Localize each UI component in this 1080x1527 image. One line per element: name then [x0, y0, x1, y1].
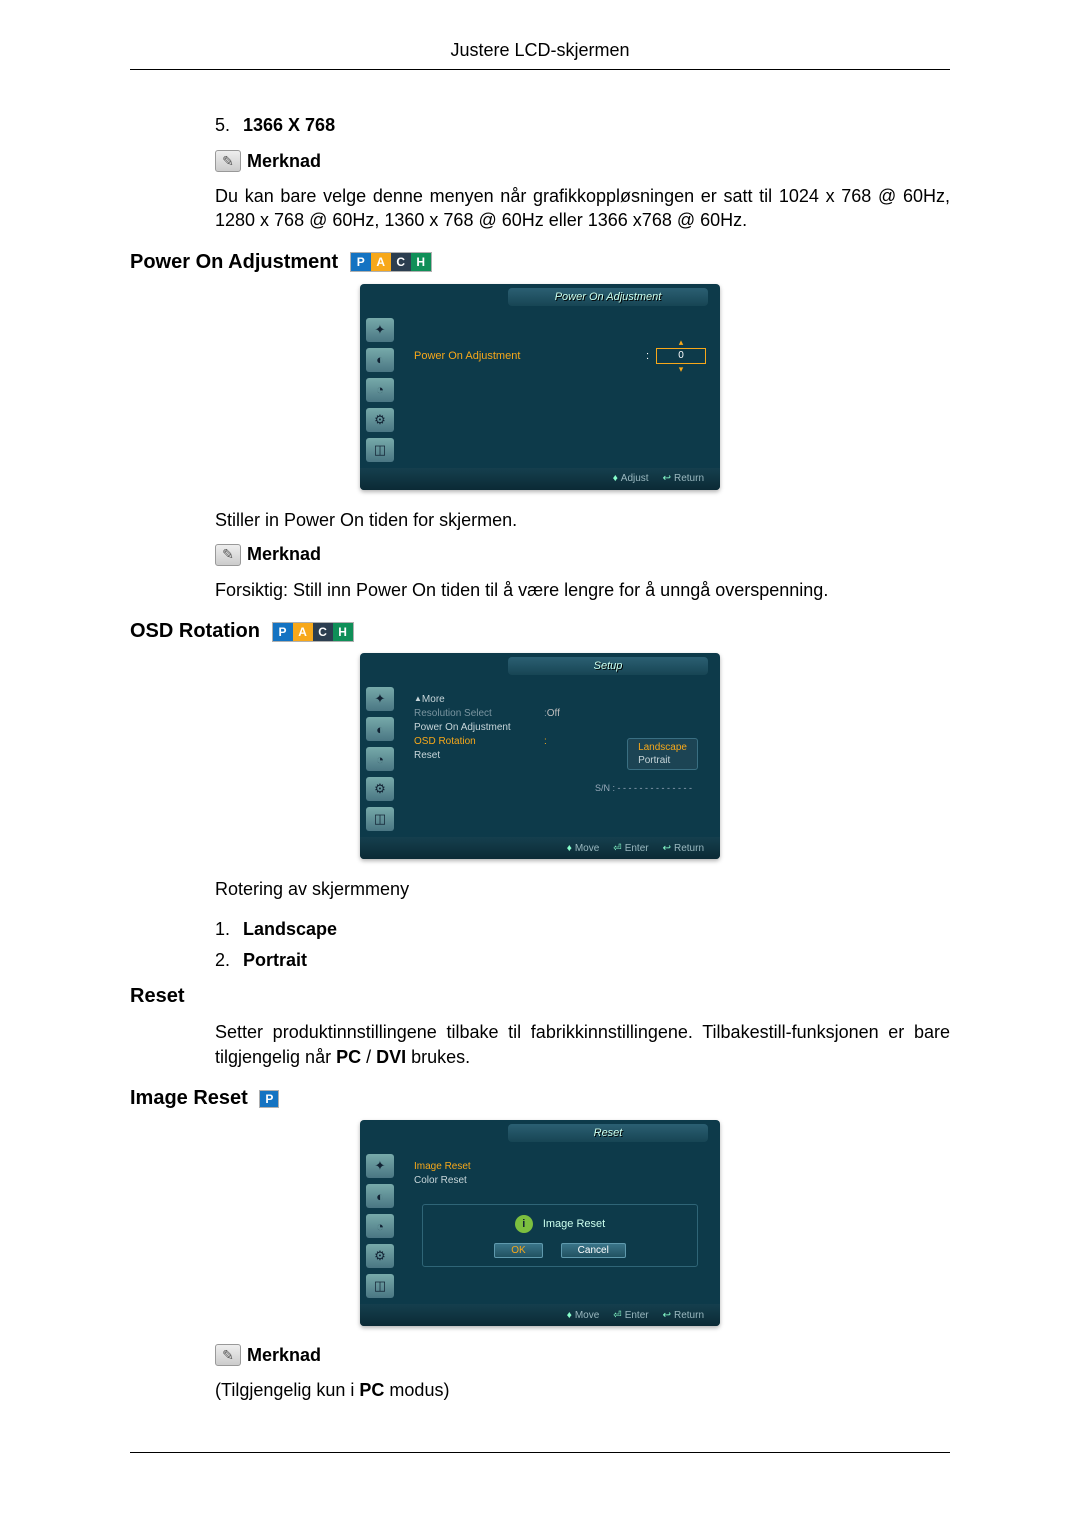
osd-sidebar: ✦ ◐ ◔ ⚙ ◫ — [360, 1150, 400, 1302]
note-label: Merknad — [247, 544, 321, 565]
osd-footer: ♦Move ⏎Enter ↩Return — [360, 837, 720, 859]
osd-menu-more[interactable]: More — [414, 694, 706, 705]
osd-tab-icon[interactable]: ✦ — [366, 318, 394, 342]
section-title-osd-rotation: OSD Rotation P A C H — [130, 620, 950, 643]
osd-tab-icon[interactable]: ◫ — [366, 807, 394, 831]
osd-title: Power On Adjustment — [508, 288, 708, 306]
osd-panel-image-reset: Reset ✦ ◐ ◔ ⚙ ◫ Image Reset Color Reset … — [360, 1120, 720, 1326]
note: ✎ Merknad — [215, 1344, 950, 1366]
osd-tab-icon[interactable]: ◫ — [366, 438, 394, 462]
osd-menu-item[interactable]: Color Reset — [414, 1175, 706, 1186]
osd-hint-enter: Enter — [625, 1310, 649, 1321]
osd-tab-icon[interactable]: ◐ — [366, 1184, 394, 1208]
pach-badges: P A C H — [272, 622, 354, 642]
note: ✎ Merknad — [215, 544, 950, 566]
section-title-text: OSD Rotation — [130, 620, 260, 642]
osd-panel-rotation: Setup ✦ ◐ ◔ ⚙ ◫ More Resolution Select :… — [360, 653, 720, 859]
osd-tab-icon[interactable]: ◔ — [366, 378, 394, 402]
footer-divider — [130, 1452, 950, 1453]
osd-hint-return: Return — [674, 473, 704, 484]
note-label: Merknad — [247, 1345, 321, 1366]
osd-tab-icon[interactable]: ◔ — [366, 1214, 394, 1238]
dialog-title: Image Reset — [543, 1218, 605, 1230]
osd-title: Setup — [508, 657, 708, 675]
osd-rotation-desc: Rotering av skjermmeny — [215, 877, 950, 901]
osd-hint-adjust: Adjust — [621, 473, 649, 484]
ok-button[interactable]: OK — [494, 1243, 542, 1258]
badge-p: P — [351, 253, 371, 271]
section-title-image-reset: Image Reset P — [130, 1087, 950, 1110]
osd-menu-item[interactable]: Image Reset — [414, 1161, 706, 1172]
osd-tab-icon[interactable]: ✦ — [366, 687, 394, 711]
osd-footer: ♦Move ⏎Enter ↩Return — [360, 1304, 720, 1326]
osd-sidebar: ✦ ◐ ◔ ⚙ ◫ — [360, 683, 400, 835]
badge-p: P — [273, 623, 293, 641]
item-label: 1366 X 768 — [243, 115, 335, 136]
osd-dialog: i Image Reset OK Cancel — [422, 1204, 698, 1267]
cancel-button[interactable]: Cancel — [561, 1243, 626, 1258]
submenu-option-landscape[interactable]: Landscape — [628, 741, 697, 754]
note-text: Forsiktig: Still inn Power On tiden til … — [215, 578, 950, 602]
osd-setting-label: Power On Adjustment — [414, 350, 646, 362]
list-item: 5. 1366 X 768 — [215, 115, 950, 136]
osd-hint-move: Move — [575, 1310, 599, 1321]
osd-menu-item[interactable]: Power On Adjustment — [414, 722, 706, 733]
badge-p: P — [259, 1090, 279, 1108]
note-label: Merknad — [247, 151, 321, 172]
power-on-desc: Stiller in Power On tiden for skjermen. — [215, 508, 950, 532]
osd-title: Reset — [508, 1124, 708, 1142]
osd-tab-icon[interactable]: ⚙ — [366, 777, 394, 801]
section-title-reset: Reset — [130, 985, 950, 1008]
badge-a: A — [371, 253, 391, 271]
note-text: Du kan bare velge denne menyen når grafi… — [215, 184, 950, 233]
osd-hint-return: Return — [674, 1310, 704, 1321]
osd-tab-icon[interactable]: ◐ — [366, 348, 394, 372]
note-text: (Tilgjengelig kun i PC modus) — [215, 1378, 950, 1402]
item-number: 5. — [215, 115, 243, 136]
info-icon: i — [515, 1215, 533, 1233]
osd-hint-return: Return — [674, 843, 704, 854]
section-title-text: Image Reset — [130, 1087, 248, 1109]
badge-h: H — [411, 253, 431, 271]
osd-footer: ♦Adjust ↩Return — [360, 468, 720, 490]
item-label: Landscape — [243, 919, 337, 940]
osd-tab-icon[interactable]: ◫ — [366, 1274, 394, 1298]
page-title: Justere LCD-skjermen — [130, 40, 950, 70]
note-icon: ✎ — [215, 544, 241, 566]
reset-desc: Setter produktinnstillingene tilbake til… — [215, 1020, 950, 1069]
osd-tab-icon[interactable]: ◐ — [366, 717, 394, 741]
osd-sidebar: ✦ ◐ ◔ ⚙ ◫ — [360, 314, 400, 466]
list-item: 2. Portrait — [215, 950, 950, 971]
submenu-option-portrait[interactable]: Portrait — [628, 754, 697, 767]
osd-tab-icon[interactable]: ⚙ — [366, 408, 394, 432]
item-number: 2. — [215, 950, 243, 971]
badge-a: A — [293, 623, 313, 641]
note-icon: ✎ — [215, 150, 241, 172]
osd-menu-item[interactable]: Resolution Select : Off — [414, 708, 706, 719]
osd-hint-move: Move — [575, 843, 599, 854]
osd-tab-icon[interactable]: ✦ — [366, 1154, 394, 1178]
osd-hint-enter: Enter — [625, 843, 649, 854]
section-title-text: Power On Adjustment — [130, 251, 338, 273]
osd-tab-icon[interactable]: ⚙ — [366, 1244, 394, 1268]
note-icon: ✎ — [215, 1344, 241, 1366]
badge-c: C — [391, 253, 411, 271]
osd-serial: S/N : - - - - - - - - - - - - - - — [414, 783, 706, 793]
pach-badges: P A C H — [350, 252, 432, 272]
item-label: Portrait — [243, 950, 307, 971]
item-number: 1. — [215, 919, 243, 940]
badge-h: H — [333, 623, 353, 641]
badge-c: C — [313, 623, 333, 641]
osd-tab-icon[interactable]: ◔ — [366, 747, 394, 771]
list-item: 1. Landscape — [215, 919, 950, 940]
note: ✎ Merknad — [215, 150, 950, 172]
osd-value-box[interactable]: 0 — [656, 348, 706, 364]
osd-panel-power-on: Power On Adjustment ✦ ◐ ◔ ⚙ ◫ Power On A… — [360, 284, 720, 490]
osd-submenu[interactable]: Landscape Portrait — [627, 738, 698, 770]
section-title-power-on: Power On Adjustment P A C H — [130, 251, 950, 274]
